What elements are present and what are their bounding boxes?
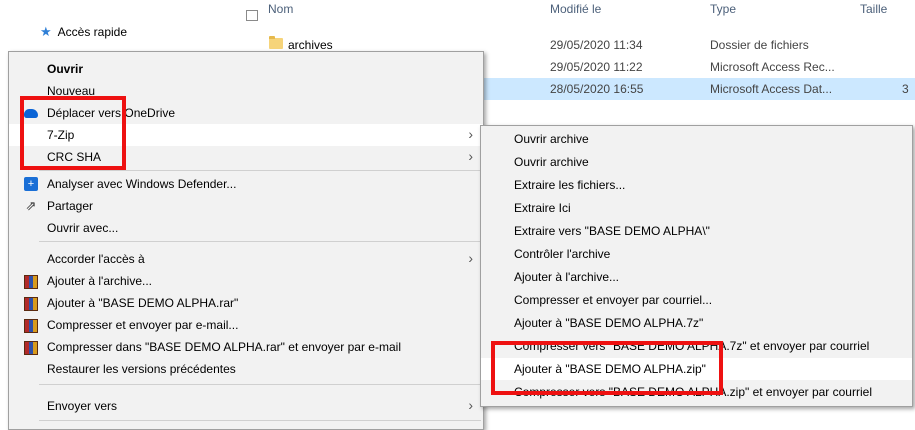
chevron-right-icon: › (468, 397, 473, 413)
submenu-item-add-to-zip[interactable]: Ajouter à "BASE DEMO ALPHA.zip" (481, 358, 912, 380)
submenu-item-compress-7z-email[interactable]: Compresser vers "BASE DEMO ALPHA.7z" et … (481, 335, 912, 357)
menu-item-label: Ouvrir (47, 62, 84, 76)
menu-item-label: Ouvrir avec... (47, 221, 119, 235)
file-type: Dossier de fichiers (710, 38, 809, 52)
onedrive-icon (24, 109, 38, 118)
menu-item-label: 7-Zip (47, 128, 75, 142)
file-type: Microsoft Access Rec... (710, 60, 835, 74)
menu-item-add-to-rar[interactable]: Ajouter à "BASE DEMO ALPHA.rar" (9, 292, 483, 314)
select-all-checkbox[interactable] (246, 10, 258, 21)
menu-item-label: Analyser avec Windows Defender... (47, 177, 237, 191)
menu-item-move-to-onedrive[interactable]: Déplacer vers OneDrive (9, 102, 483, 124)
menu-item-restore-versions[interactable]: Restaurer les versions précédentes (9, 358, 483, 380)
menu-item-compress-rar-email[interactable]: Compresser dans "BASE DEMO ALPHA.rar" et… (9, 336, 483, 358)
menu-item-label: Compresser et envoyer par e-mail... (47, 318, 239, 332)
menu-separator (39, 384, 481, 385)
menu-item-label: Extraire vers "BASE DEMO ALPHA\" (514, 224, 710, 238)
menu-item-give-access[interactable]: Accorder l'accès à › (9, 248, 483, 270)
menu-item-label: Ajouter à l'archive... (47, 274, 153, 288)
menu-item-label: CRC SHA (47, 150, 102, 164)
submenu-item-open-archive-2[interactable]: Ouvrir archive (481, 151, 912, 173)
menu-item-label: Accorder l'accès à (47, 252, 145, 266)
menu-item-label: Contrôler l'archive (514, 247, 611, 261)
menu-item-label: Déplacer vers OneDrive (47, 106, 176, 120)
file-modified: 28/05/2020 16:55 (550, 82, 644, 96)
menu-item-label: Ajouter à "BASE DEMO ALPHA.zip" (514, 362, 706, 376)
menu-item-scan-defender[interactable]: + Analyser avec Windows Defender... (9, 173, 483, 195)
context-menu: Ouvrir Nouveau Déplacer vers OneDrive 7-… (8, 51, 484, 430)
nav-item-label: Accès rapide (57, 25, 128, 39)
menu-item-label: Extraire les fichiers... (514, 178, 626, 192)
menu-item-crc-sha[interactable]: CRC SHA › (9, 146, 483, 168)
file-modified: 29/05/2020 11:22 (550, 60, 643, 74)
menu-item-new[interactable]: Nouveau (9, 80, 483, 102)
submenu-item-extract-to-folder[interactable]: Extraire vers "BASE DEMO ALPHA\" (481, 220, 912, 242)
menu-item-label: Partager (47, 199, 94, 213)
menu-item-compress-email[interactable]: Compresser et envoyer par e-mail... (9, 314, 483, 336)
menu-item-label: Compresser vers "BASE DEMO ALPHA.zip" et… (514, 385, 872, 399)
submenu-item-extract-files[interactable]: Extraire les fichiers... (481, 174, 912, 196)
column-header-type[interactable]: Type (710, 2, 736, 16)
file-name: archives (288, 38, 333, 52)
folder-icon (269, 36, 283, 49)
menu-separator (39, 170, 481, 171)
winrar-icon (24, 275, 38, 289)
menu-item-open[interactable]: Ouvrir (9, 58, 483, 80)
submenu-item-test-archive[interactable]: Contrôler l'archive (481, 243, 912, 265)
submenu-item-compress-zip-email[interactable]: Compresser vers "BASE DEMO ALPHA.zip" et… (481, 381, 912, 403)
menu-item-label: Compresser et envoyer par courriel... (514, 293, 713, 307)
menu-item-add-to-archive[interactable]: Ajouter à l'archive... (9, 270, 483, 292)
winrar-icon (24, 297, 38, 311)
menu-separator (39, 420, 481, 421)
submenu-item-extract-here[interactable]: Extraire Ici (481, 197, 912, 219)
menu-item-label: Ajouter à "BASE DEMO ALPHA.7z" (514, 316, 704, 330)
winrar-icon (24, 319, 38, 333)
menu-item-label: Restaurer les versions précédentes (47, 362, 236, 376)
menu-item-7zip[interactable]: 7-Zip › (9, 124, 483, 146)
menu-item-label: Compresser vers "BASE DEMO ALPHA.7z" et … (514, 339, 870, 353)
menu-item-label: Nouveau (47, 84, 96, 98)
menu-separator (39, 241, 481, 242)
menu-item-label: Extraire Ici (514, 201, 571, 215)
submenu-item-add-to-archive[interactable]: Ajouter à l'archive... (481, 266, 912, 288)
file-modified: 29/05/2020 11:34 (550, 38, 643, 52)
menu-item-label: Ajouter à "BASE DEMO ALPHA.rar" (47, 296, 239, 310)
chevron-right-icon: › (468, 250, 473, 266)
menu-item-label: Ouvrir archive (514, 132, 589, 146)
winrar-icon (24, 341, 38, 355)
submenu-item-add-to-7z[interactable]: Ajouter à "BASE DEMO ALPHA.7z" (481, 312, 912, 334)
menu-item-label: Ajouter à l'archive... (514, 270, 620, 284)
file-size: 3 (902, 82, 909, 96)
menu-item-label: Envoyer vers (47, 399, 118, 413)
7zip-submenu: Ouvrir archive Ouvrir archive Extraire l… (480, 125, 913, 407)
column-header-modified[interactable]: Modifié le (550, 2, 601, 16)
windows-defender-icon: + (24, 177, 38, 191)
column-header-name[interactable]: Nom (268, 2, 293, 16)
menu-item-share[interactable]: ⇗ Partager (9, 195, 483, 217)
menu-item-label: Compresser dans "BASE DEMO ALPHA.rar" et… (47, 340, 401, 354)
submenu-item-open-archive[interactable]: Ouvrir archive (481, 128, 912, 150)
submenu-item-compress-email[interactable]: Compresser et envoyer par courriel... (481, 289, 912, 311)
file-type: Microsoft Access Dat... (710, 82, 833, 96)
chevron-right-icon: › (468, 148, 473, 164)
nav-item-quick-access[interactable]: ★ Accès rapide (40, 24, 127, 40)
menu-item-send-to[interactable]: Envoyer vers › (9, 395, 483, 417)
menu-item-open-with[interactable]: Ouvrir avec... (9, 217, 483, 239)
column-header-size[interactable]: Taille (860, 2, 887, 16)
star-icon: ★ (40, 24, 52, 39)
share-icon: ⇗ (25, 198, 37, 213)
chevron-right-icon: › (468, 126, 473, 142)
menu-item-label: Ouvrir archive (514, 155, 589, 169)
